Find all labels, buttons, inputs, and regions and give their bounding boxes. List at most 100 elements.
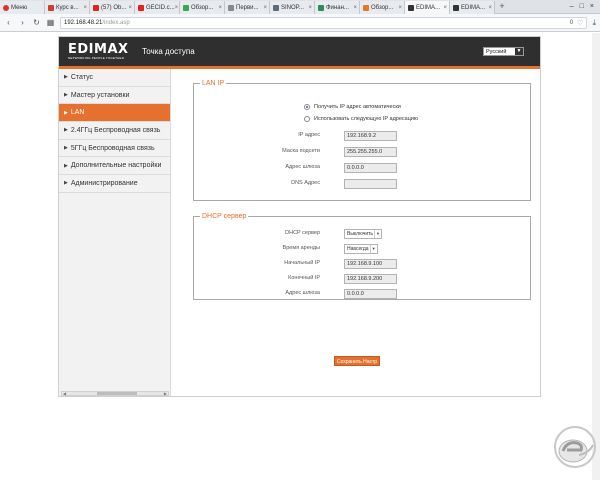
new-tab-button[interactable]: + xyxy=(495,0,509,13)
reload-icon[interactable]: ↻ xyxy=(32,18,41,27)
close-icon[interactable]: × xyxy=(353,5,357,11)
lan-ip-section: LAN IP Получить IP адрес автоматически И… xyxy=(193,80,531,201)
youtube-icon xyxy=(138,4,144,11)
blocked-ads-badge[interactable]: 0 xyxy=(570,20,573,26)
site-favicon-icon xyxy=(273,4,279,11)
sidebar-item-administration[interactable]: ▶ Администрирование xyxy=(59,175,170,193)
close-icon[interactable]: × xyxy=(443,5,447,11)
browser-tab[interactable]: SINOP... × xyxy=(270,1,315,14)
youtube-icon xyxy=(93,4,99,11)
sidebar-item-lan[interactable]: ▶ LAN xyxy=(59,104,170,123)
browser-tab[interactable]: EDIMA... × xyxy=(450,1,495,14)
page-title: Точка доступа xyxy=(142,47,195,56)
triangle-right-icon: ▶ xyxy=(64,127,68,134)
sidebar-item-wireless-24[interactable]: ▶ 2.4ГГц Беспроводная связь xyxy=(59,122,170,140)
form-row-mask: Маска подсети 255.255.255.0 xyxy=(194,147,530,158)
document-icon xyxy=(408,4,414,11)
close-icon[interactable]: × xyxy=(83,5,87,11)
maximize-icon[interactable]: □ xyxy=(580,3,584,10)
radio-button-selected[interactable] xyxy=(304,104,310,110)
address-bar: ‹ › ↻ ▦ 192.168.48.21/index.asp 0 ♡ ⤓ xyxy=(0,14,600,32)
browser-tab-active[interactable]: EDIMA... × xyxy=(405,1,450,14)
form-row-dhcp-gateway: Адрес шлюза 0.0.0.0 xyxy=(194,289,530,300)
grid-icon[interactable]: ▦ xyxy=(46,18,55,27)
router-admin-panel: EDIMAX NETWORKING PEOPLE TOGETHER Точка … xyxy=(58,36,541,397)
browser-tab[interactable]: (57) Ob... × xyxy=(90,1,135,14)
site-favicon-icon xyxy=(363,4,369,11)
document-icon xyxy=(453,4,459,11)
close-window-icon[interactable]: × xyxy=(590,3,594,10)
close-icon[interactable]: × xyxy=(128,5,132,11)
download-icon[interactable]: ⤓ xyxy=(592,18,596,28)
heart-icon[interactable]: ♡ xyxy=(577,19,583,27)
close-icon[interactable]: × xyxy=(308,5,312,11)
form-row-end-ip: Конечный IP 192.168.9.200 xyxy=(194,274,530,285)
browser-tab[interactable]: Курс в... × xyxy=(45,1,90,14)
sidebar-item-wireless-5[interactable]: ▶ 5ГГц Беспроводная связь xyxy=(59,139,170,158)
back-icon[interactable]: ‹ xyxy=(4,18,13,27)
close-icon[interactable]: × xyxy=(175,5,179,11)
form-row-dhcp-server: DHCP сервер Выключить ▼ xyxy=(194,229,530,240)
subnet-mask-field[interactable]: 255.255.255.0 xyxy=(344,147,397,157)
scroll-right-icon[interactable]: ▶ xyxy=(164,391,167,396)
sidebar-scrollbar[interactable]: ◀ ▶ xyxy=(61,391,169,396)
ip-address-field[interactable]: 192.168.9.2 xyxy=(344,131,397,141)
radio-manual-ip[interactable]: Использовать следующую IP адресацию xyxy=(304,116,418,122)
sidebar: ▶ Статус ▶ Мастер установки ▶ LAN ▶ 2.4ГГц Б… xyxy=(59,69,171,396)
triangle-right-icon: ▶ xyxy=(64,74,68,81)
sidebar-item-advanced[interactable]: ▶ Дополнительные настройки xyxy=(59,157,170,176)
end-ip-field[interactable]: 192.168.9.200 xyxy=(344,274,397,284)
sidebar-item-setup-wizard[interactable]: ▶ Мастер установки xyxy=(59,86,170,105)
forward-icon[interactable]: › xyxy=(18,18,27,27)
triangle-right-icon: ▶ xyxy=(64,180,68,187)
dhcp-gateway-field[interactable]: 0.0.0.0 xyxy=(344,289,397,299)
lease-time-select[interactable]: Навсегда ▼ xyxy=(344,244,378,254)
browser-tab[interactable]: Обзор... × xyxy=(360,1,405,14)
radio-auto-ip[interactable]: Получить IP адрес автоматически xyxy=(304,104,401,110)
opera-icon xyxy=(3,4,9,11)
site-favicon-icon xyxy=(318,4,324,11)
close-icon[interactable]: × xyxy=(398,5,402,11)
browser-tab-bar: Меню Курс в... × (57) Ob... × GECID.c... × … xyxy=(0,0,600,14)
edimax-logo: EDIMAX NETWORKING PEOPLE TOGETHER xyxy=(68,42,129,60)
start-ip-field[interactable]: 192.168.9.100 xyxy=(344,259,397,269)
triangle-right-icon: ▶ xyxy=(64,145,68,152)
close-icon[interactable]: × xyxy=(488,5,492,11)
sidebar-item-status[interactable]: ▶ Статус xyxy=(59,69,170,87)
form-row-lease: Время аренды Навсегда ▼ xyxy=(194,244,530,255)
chevron-down-icon: ▼ xyxy=(369,245,377,253)
window-controls: – □ × xyxy=(570,0,600,13)
triangle-right-icon: ▶ xyxy=(64,92,68,99)
page-scrollbar[interactable] xyxy=(592,33,600,480)
main-content: LAN IP Получить IP адрес автоматически И… xyxy=(172,69,540,396)
browser-tab[interactable]: Финан... × xyxy=(315,1,360,14)
form-row-gateway: Адрес шлюза 0.0.0.0 xyxy=(194,163,530,174)
section-legend: LAN IP xyxy=(202,80,225,87)
browser-tab[interactable]: Обзор... × xyxy=(180,1,225,14)
gecid-watermark-logo xyxy=(554,426,596,468)
form-row-dns: DNS Адрес xyxy=(194,179,530,190)
section-legend: DHCP сервер xyxy=(202,213,247,220)
scroll-left-icon[interactable]: ◀ xyxy=(63,391,66,396)
document-icon xyxy=(228,4,234,11)
dhcp-server-select[interactable]: Выключить ▼ xyxy=(344,229,383,239)
site-favicon-icon xyxy=(183,4,189,11)
language-select[interactable]: Русский ▼ xyxy=(483,47,524,56)
browser-tab[interactable]: Меню xyxy=(0,1,45,14)
gateway-field[interactable]: 0.0.0.0 xyxy=(344,163,397,173)
browser-tab[interactable]: Перви... × xyxy=(225,1,270,14)
sidebar-nav: ▶ Статус ▶ Мастер установки ▶ LAN ▶ 2.4ГГц Б… xyxy=(59,69,170,193)
minimize-icon[interactable]: – xyxy=(570,3,574,10)
browser-tab[interactable]: GECID.c... × xyxy=(135,1,180,14)
triangle-right-icon: ▶ xyxy=(64,162,68,169)
close-icon[interactable]: × xyxy=(218,5,222,11)
close-icon[interactable]: × xyxy=(263,5,267,11)
site-favicon-icon xyxy=(48,4,54,11)
save-settings-button[interactable]: Сохранить Настр xyxy=(334,356,380,366)
form-row-start-ip: Начальный IP 192.168.9.100 xyxy=(194,259,530,270)
radio-button[interactable] xyxy=(304,116,310,122)
url-field[interactable]: 192.168.48.21/index.asp 0 ♡ xyxy=(60,16,588,29)
scrollbar-thumb[interactable] xyxy=(97,392,137,395)
router-header: EDIMAX NETWORKING PEOPLE TOGETHER Точка … xyxy=(59,37,540,66)
dns-field[interactable] xyxy=(344,179,397,189)
